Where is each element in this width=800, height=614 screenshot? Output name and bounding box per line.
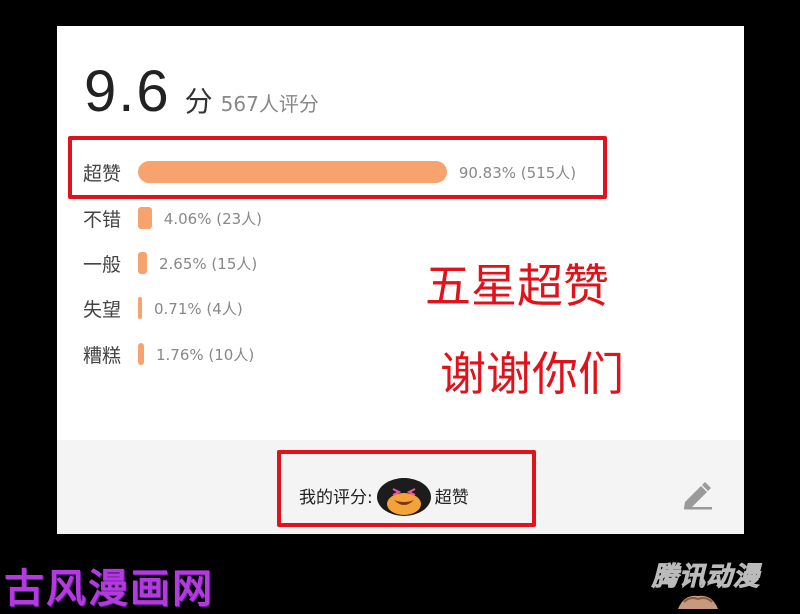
- mascot-head-icon: [678, 595, 718, 609]
- rating-bar: [138, 343, 144, 365]
- rating-bar: [138, 252, 147, 274]
- rating-row-label: 一般: [83, 253, 122, 276]
- annotation-five-stars: 五星超赞: [425, 259, 609, 313]
- rating-row-label: 不错: [83, 208, 122, 231]
- rating-row-label: 失望: [83, 298, 122, 321]
- watermark-right: 腾讯动漫: [651, 562, 761, 593]
- rating-row-value: 0.71% (4人): [154, 299, 243, 318]
- score-unit: 分: [184, 85, 213, 118]
- rating-row-good: 不错 4.06% (23人): [83, 205, 262, 231]
- rating-row-disappointed: 失望 0.71% (4人): [83, 295, 243, 321]
- annotation-thanks: 谢谢你们: [440, 347, 624, 401]
- rating-count: 567人评分: [220, 92, 319, 116]
- pencil-icon[interactable]: [681, 480, 715, 510]
- watermark-left: 古风漫画网: [4, 566, 214, 612]
- rating-row-label: 糟糕: [83, 344, 122, 367]
- highlight-box-top-rating: [68, 136, 607, 199]
- score-value: 9.6: [84, 59, 171, 124]
- rating-row-bad: 糟糕 1.76% (10人): [83, 341, 254, 367]
- rating-row-value: 2.65% (15人): [159, 254, 258, 273]
- highlight-box-my-rating: [277, 450, 536, 527]
- rating-row-value: 4.06% (23人): [163, 209, 263, 228]
- rating-row-value: 1.76% (10人): [155, 345, 255, 364]
- rating-row-average: 一般 2.65% (15人): [83, 250, 257, 276]
- rating-card: 9.6 分 567人评分 超赞 90.83% (515人) 不错 4.06% (…: [57, 26, 744, 534]
- score-summary: 9.6 分 567人评分: [84, 58, 319, 125]
- rating-bar: [138, 297, 142, 319]
- rating-bar: [138, 207, 152, 229]
